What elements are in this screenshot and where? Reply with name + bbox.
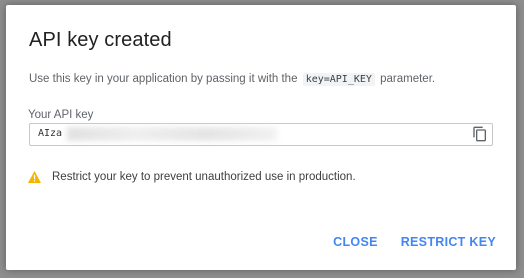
api-key-value[interactable]: AIza [38, 128, 62, 139]
api-key-field[interactable]: AIza [29, 123, 493, 146]
dialog-description: Use this key in your application by pass… [29, 73, 436, 86]
dialog-actions: CLOSE RESTRICT KEY [333, 235, 496, 249]
description-text-end: parameter. [380, 73, 436, 85]
api-key-dialog: API key created Use this key in your app… [6, 5, 516, 270]
api-key-label: Your API key [28, 109, 94, 121]
description-code: key=API_KEY [302, 73, 375, 86]
warning-row: Restrict your key to prevent unauthorize… [28, 171, 356, 183]
restrict-key-button[interactable]: RESTRICT KEY [401, 235, 496, 249]
copy-icon[interactable] [472, 126, 488, 142]
warning-icon [28, 171, 41, 183]
close-button[interactable]: CLOSE [333, 235, 378, 249]
description-text-start: Use this key in your application by pass… [29, 73, 298, 85]
api-key-redacted [67, 127, 277, 141]
dialog-title: API key created [29, 29, 172, 51]
warning-text: Restrict your key to prevent unauthorize… [52, 171, 356, 183]
